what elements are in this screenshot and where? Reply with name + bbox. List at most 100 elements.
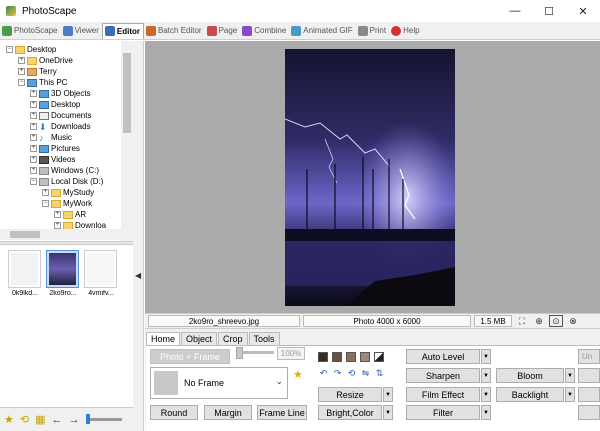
sharpen-button[interactable]: Sharpen: [406, 368, 480, 383]
tree-item-ar[interactable]: + AR: [54, 209, 86, 220]
undo-button-partial[interactable]: Un: [578, 349, 600, 364]
star-icon[interactable]: ★: [4, 413, 14, 426]
collapse-icon[interactable]: −: [18, 79, 25, 86]
expand-icon[interactable]: +: [30, 167, 37, 174]
filter-dropdown-icon[interactable]: ▼: [481, 405, 491, 420]
auto-level-button[interactable]: Auto Level: [406, 349, 480, 364]
expand-icon[interactable]: +: [30, 145, 37, 152]
expand-icon[interactable]: +: [54, 211, 61, 218]
tab-editor[interactable]: Editor: [101, 22, 145, 39]
side-button[interactable]: [578, 368, 600, 383]
image-viewer[interactable]: [145, 41, 600, 313]
thumbnail[interactable]: [8, 250, 41, 288]
tone-swatch-1[interactable]: [318, 352, 328, 362]
tab-crop[interactable]: Crop: [218, 332, 248, 345]
backlight-button[interactable]: Backlight: [496, 387, 564, 402]
tree-item-music[interactable]: + ♪ Music: [30, 132, 72, 143]
frame-line-button[interactable]: Frame Line: [257, 405, 307, 420]
expand-icon[interactable]: +: [30, 101, 37, 108]
minimize-button[interactable]: —: [498, 0, 532, 22]
collapse-left-icon[interactable]: ◀: [135, 271, 141, 280]
fit-screen-icon[interactable]: ⛶: [515, 315, 529, 327]
favorite-star-icon[interactable]: ★: [293, 368, 303, 381]
collapse-icon[interactable]: −: [30, 178, 37, 185]
zoom-actual-icon[interactable]: ⊗: [566, 315, 580, 327]
forward-arrow-icon[interactable]: →: [69, 414, 80, 426]
tab-animated-gif[interactable]: Animated GIF: [289, 23, 355, 39]
tree-item-desktop-root[interactable]: − Desktop: [6, 44, 56, 55]
tree-vertical-scrollbar[interactable]: [121, 41, 133, 241]
tone-swatch-4[interactable]: [360, 352, 370, 362]
zoom-in-icon[interactable]: ⊕: [532, 315, 546, 327]
margin-button[interactable]: Margin: [204, 405, 252, 420]
frame-percent-field[interactable]: 100%: [277, 347, 305, 360]
left-pane-collapse-bar[interactable]: ◀: [133, 41, 144, 431]
expand-icon[interactable]: +: [18, 68, 25, 75]
tab-page[interactable]: Page: [205, 23, 241, 39]
bright-color-dropdown-icon[interactable]: ▼: [383, 405, 393, 420]
maximize-button[interactable]: ☐: [532, 0, 566, 22]
thumbnail-size-slider[interactable]: [85, 414, 122, 424]
tree-horizontal-scrollbar[interactable]: [0, 229, 121, 240]
tree-item-local-disk-d[interactable]: − Local Disk (D:): [30, 176, 103, 187]
auto-level-dropdown-icon[interactable]: ▼: [481, 349, 491, 364]
tree-item-terry[interactable]: + Terry: [18, 66, 57, 77]
frame-opacity-slider[interactable]: [236, 347, 274, 359]
tab-tools[interactable]: Tools: [248, 332, 280, 345]
tree-item-mystudy[interactable]: + MyStudy: [42, 187, 94, 198]
sharpen-dropdown-icon[interactable]: ▼: [481, 368, 491, 383]
film-effect-button[interactable]: Film Effect: [406, 387, 480, 402]
tree-item-mywork[interactable]: − MyWork: [42, 198, 92, 209]
tab-help[interactable]: Help: [389, 23, 422, 39]
flip-horizontal-icon[interactable]: ⇋: [360, 368, 371, 379]
bright-color-button[interactable]: Bright,Color: [318, 405, 382, 420]
tab-print[interactable]: Print: [356, 23, 389, 39]
tab-viewer[interactable]: Viewer: [61, 23, 102, 39]
expand-icon[interactable]: +: [30, 134, 37, 141]
rotate-icon[interactable]: ⟲: [20, 413, 29, 426]
tone-swatch-5[interactable]: [374, 352, 384, 362]
tree-item-pictures[interactable]: + Pictures: [30, 143, 80, 154]
film-effect-dropdown-icon[interactable]: ▼: [481, 387, 491, 402]
collapse-icon[interactable]: −: [42, 200, 49, 207]
expand-icon[interactable]: +: [30, 112, 37, 119]
resize-button[interactable]: Resize: [318, 387, 382, 402]
expand-icon[interactable]: +: [42, 189, 49, 196]
side-button[interactable]: [578, 405, 600, 420]
side-button[interactable]: [578, 387, 600, 402]
round-button[interactable]: Round: [150, 405, 198, 420]
expand-icon[interactable]: +: [30, 90, 37, 97]
bloom-dropdown-icon[interactable]: ▼: [565, 368, 575, 383]
thumbnail-selected[interactable]: [46, 250, 79, 288]
close-button[interactable]: ✕: [566, 0, 600, 22]
backlight-dropdown-icon[interactable]: ▼: [565, 387, 575, 402]
tree-item-this-pc[interactable]: − This PC: [18, 77, 67, 88]
resize-dropdown-icon[interactable]: ▼: [383, 387, 393, 402]
tree-item-downloads[interactable]: + ⬇ Downloads: [30, 121, 91, 132]
tone-swatch-2[interactable]: [332, 352, 342, 362]
collapse-icon[interactable]: −: [6, 46, 13, 53]
tree-item-videos[interactable]: + Videos: [30, 154, 75, 165]
tab-object[interactable]: Object: [181, 332, 218, 345]
expand-icon[interactable]: +: [54, 222, 61, 229]
tree-item-documents[interactable]: + Documents: [30, 110, 91, 121]
thumbnail[interactable]: [84, 250, 117, 288]
tab-combine[interactable]: Combine: [240, 23, 289, 39]
frame-select[interactable]: No Frame ⌄: [150, 367, 288, 399]
tab-batch-editor[interactable]: Batch Editor: [144, 23, 205, 39]
expand-icon[interactable]: +: [30, 123, 37, 130]
photo-frame-button[interactable]: Photo + Frame: [150, 349, 230, 364]
undo-icon[interactable]: ⟲: [346, 368, 357, 379]
scrollbar-thumb[interactable]: [10, 231, 40, 238]
filter-button[interactable]: Filter: [406, 405, 480, 420]
tab-home[interactable]: Home: [146, 332, 181, 345]
thumbnail-icon[interactable]: ▦: [35, 413, 45, 426]
expand-icon[interactable]: +: [18, 57, 25, 64]
rotate-left-icon[interactable]: ↶: [318, 368, 329, 379]
tree-item-windows-c[interactable]: + Windows (C:): [30, 165, 99, 176]
bloom-button[interactable]: Bloom: [496, 368, 564, 383]
flip-vertical-icon[interactable]: ⇅: [374, 368, 385, 379]
zoom-fit-icon[interactable]: ⊙: [549, 315, 563, 327]
tree-item-desktop[interactable]: + Desktop: [30, 99, 80, 110]
expand-icon[interactable]: +: [30, 156, 37, 163]
